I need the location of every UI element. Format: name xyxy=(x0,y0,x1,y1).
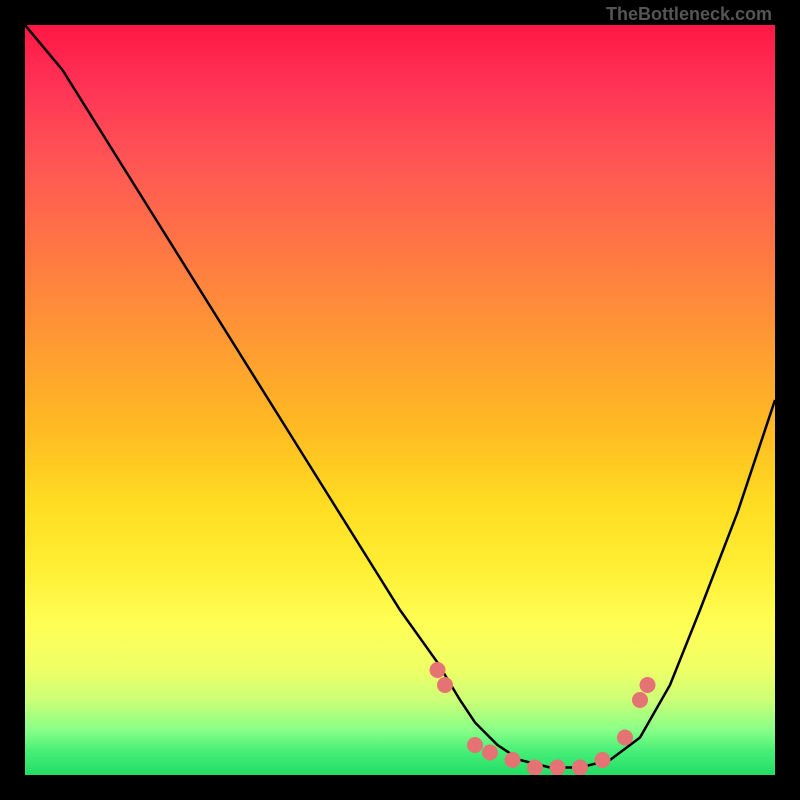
data-marker xyxy=(632,692,648,708)
data-marker xyxy=(617,730,633,746)
chart-area xyxy=(25,25,775,775)
data-marker xyxy=(467,737,483,753)
data-marker xyxy=(430,662,446,678)
data-marker xyxy=(437,677,453,693)
chart-svg xyxy=(25,25,775,775)
data-markers xyxy=(430,662,656,775)
data-marker xyxy=(640,677,656,693)
data-marker xyxy=(527,760,543,776)
data-marker xyxy=(595,752,611,768)
watermark-text: TheBottleneck.com xyxy=(606,4,772,25)
data-marker xyxy=(505,752,521,768)
data-marker xyxy=(572,760,588,776)
data-marker xyxy=(482,745,498,761)
data-marker xyxy=(550,760,566,776)
bottleneck-curve-line xyxy=(25,25,775,768)
